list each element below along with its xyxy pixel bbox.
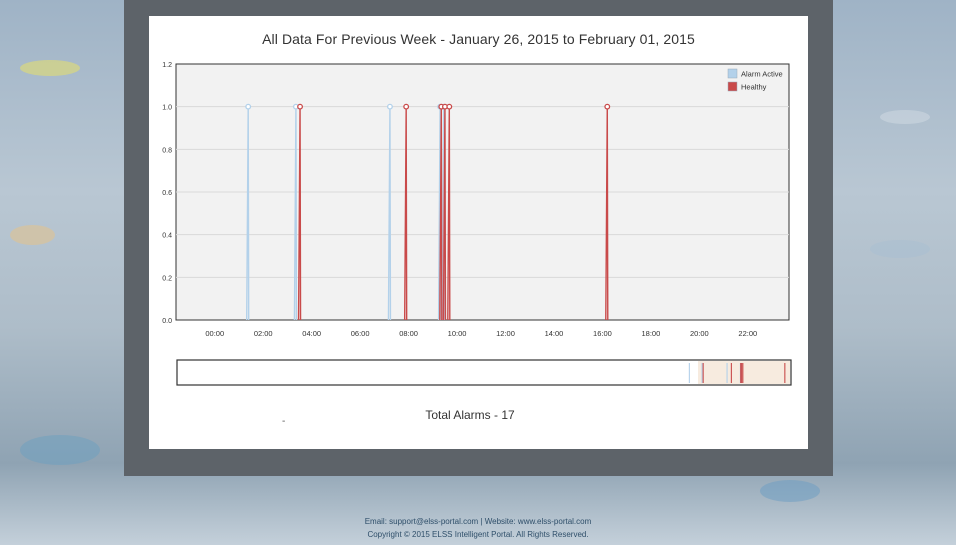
- x-tick-label: 02:00: [254, 329, 273, 338]
- background-fish: [760, 480, 820, 502]
- legend-label: Healthy: [741, 83, 767, 92]
- range-navigator[interactable]: [176, 359, 792, 386]
- background-fish: [10, 225, 55, 245]
- y-tick-label: 0.6: [162, 190, 172, 197]
- data-point: [245, 103, 252, 110]
- legend-label: Alarm Active: [741, 70, 783, 79]
- dash-mark: -: [282, 416, 286, 427]
- x-tick-label: 16:00: [593, 329, 612, 338]
- legend-swatch: [727, 81, 738, 92]
- y-tick-label: 1.0: [162, 105, 172, 112]
- x-tick-label: 18:00: [642, 329, 661, 338]
- y-tick-label: 0.4: [162, 233, 172, 240]
- footer-contact[interactable]: Email: support@elss-portal.com | Website…: [0, 517, 956, 526]
- y-tick-label: 0.0: [162, 318, 172, 325]
- data-point: [297, 103, 304, 110]
- x-tick-label: 04:00: [302, 329, 321, 338]
- x-axis-ticks: 00:00 02:00 04:00 06:00 08:00 10:00 12:00 14:00…: [205, 329, 757, 338]
- navigator-window[interactable]: [698, 361, 790, 384]
- footer-copyright: Copyright © 2015 ELSS Intelligent Portal…: [367, 530, 589, 539]
- data-point: [403, 103, 410, 110]
- x-tick-label: 12:00: [496, 329, 515, 338]
- legend-swatch: [727, 68, 738, 79]
- y-tick-label: 1.2: [162, 62, 172, 69]
- x-tick-label: 00:00: [205, 329, 224, 338]
- x-tick-label: 14:00: [545, 329, 564, 338]
- y-axis-ticks: 0.0 0.2 0.4 0.6 0.8 1.0 1.2: [162, 62, 172, 325]
- chart-svg: 0.0 0.2 0.4 0.6 0.8 1.0 1.2 00:00 02:00 04:00 06:…: [162, 62, 792, 386]
- x-tick-label: 08:00: [399, 329, 418, 338]
- x-tick-label: 20:00: [690, 329, 709, 338]
- total-alarms: Total Alarms - 17: [425, 408, 515, 422]
- data-point: [446, 103, 453, 110]
- background-fish: [880, 110, 930, 124]
- background-fish: [870, 240, 930, 258]
- y-tick-label: 0.2: [162, 275, 172, 282]
- x-tick-label: 06:00: [351, 329, 370, 338]
- background-fish: [20, 60, 80, 76]
- x-tick-label: 10:00: [448, 329, 467, 338]
- data-point: [604, 103, 611, 110]
- data-point: [386, 103, 393, 110]
- background-fish: [20, 435, 100, 465]
- y-tick-label: 0.8: [162, 147, 172, 154]
- x-tick-label: 22:00: [738, 329, 757, 338]
